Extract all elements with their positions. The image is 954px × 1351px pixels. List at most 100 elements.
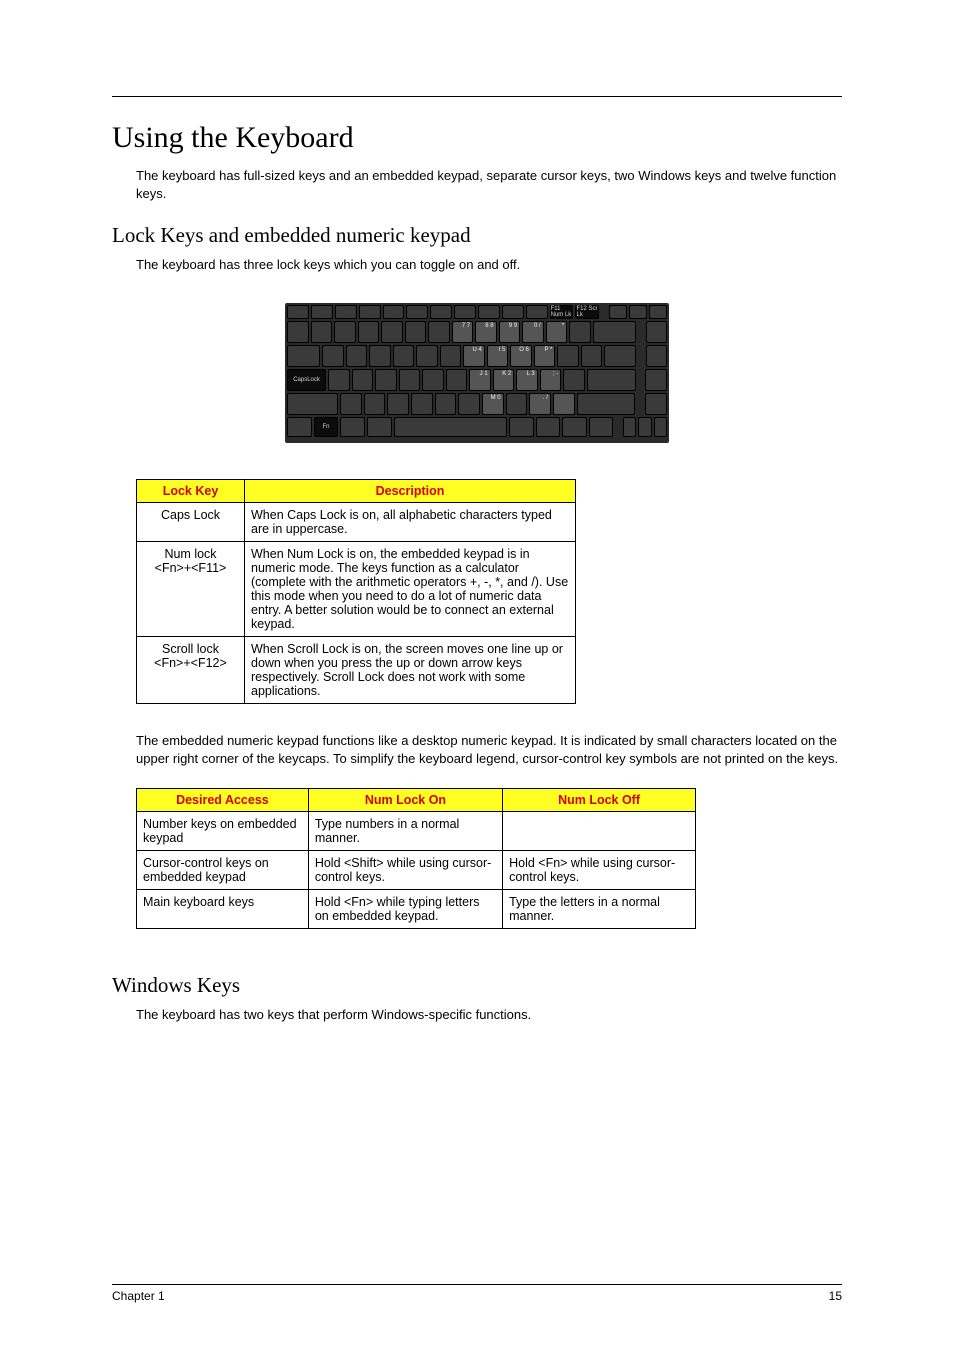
key-f3 — [359, 305, 381, 319]
cell-on: Type numbers in a normal manner. — [308, 811, 502, 850]
key-9: 9 9 — [499, 321, 521, 343]
key-lshift — [287, 393, 338, 415]
footer-page-number: 15 — [829, 1289, 842, 1303]
key-f8 — [478, 305, 500, 319]
cell-on: Hold <Fn> while typing letters on embedd… — [308, 889, 502, 928]
key-o: O 6 — [510, 345, 532, 367]
cell-desc: When Caps Lock is on, all alphabetic cha… — [245, 502, 576, 541]
footer-chapter: Chapter 1 — [112, 1289, 165, 1303]
cell-access: Number keys on embedded keypad — [137, 811, 309, 850]
th-lock-key: Lock Key — [137, 479, 245, 502]
th-numlock-on: Num Lock On — [308, 788, 502, 811]
key-backslash — [604, 345, 635, 367]
key-esc — [287, 305, 309, 319]
section-windows-intro: The keyboard has two keys that perform W… — [112, 1006, 842, 1024]
key-0: 0 / — [522, 321, 544, 343]
key-p: P * — [534, 345, 556, 367]
key-period: . / — [529, 393, 551, 415]
key-6 — [428, 321, 450, 343]
key-f7 — [454, 305, 476, 319]
key-extra-3 — [649, 305, 667, 319]
embedded-keypad-desc: The embedded numeric keypad functions li… — [112, 732, 842, 768]
key-g — [422, 369, 444, 391]
key-minus: * — [546, 321, 568, 343]
table-row: Scroll lock <Fn>+<F12> When Scroll Lock … — [137, 636, 576, 703]
key-1 — [311, 321, 333, 343]
table-row: Num lock <Fn>+<F11> When Num Lock is on,… — [137, 541, 576, 636]
cell-lock-key: Caps Lock — [137, 502, 245, 541]
key-v — [411, 393, 433, 415]
cell-access: Main keyboard keys — [137, 889, 309, 928]
key-capslock: CapsLock — [287, 369, 326, 391]
key-semi: ; - — [540, 369, 562, 391]
key-lalt — [367, 417, 392, 437]
th-description: Description — [245, 479, 576, 502]
key-arrow-r — [654, 417, 667, 437]
key-x — [364, 393, 386, 415]
key-q — [322, 345, 344, 367]
key-right-a — [646, 321, 668, 343]
cell-desc: When Num Lock is on, the embedded keypad… — [245, 541, 576, 636]
th-numlock-off: Num Lock Off — [503, 788, 696, 811]
key-backspace — [593, 321, 636, 343]
key-f1 — [311, 305, 333, 319]
key-a — [328, 369, 350, 391]
key-f6 — [430, 305, 452, 319]
key-space — [394, 417, 507, 437]
key-comma — [506, 393, 528, 415]
cell-access: Cursor-control keys on embedded keypad — [137, 850, 309, 889]
page-footer: Chapter 1 15 — [112, 1284, 842, 1303]
key-i: I 5 — [487, 345, 509, 367]
keyboard-illustration: F11 Num Lk F12 Scr Lk 7 7 8 8 9 9 0 / * — [285, 303, 669, 443]
key-right-b — [646, 345, 668, 367]
key-equals — [569, 321, 591, 343]
key-menu — [562, 417, 587, 437]
cell-lock-key: Num lock <Fn>+<F11> — [137, 541, 245, 636]
top-rule — [112, 96, 842, 97]
cell-off: Type the letters in a normal manner. — [503, 889, 696, 928]
key-u: U 4 — [463, 345, 485, 367]
key-4 — [381, 321, 403, 343]
lock-key-table: Lock Key Description Caps Lock When Caps… — [136, 479, 576, 704]
table-row: Caps Lock When Caps Lock is on, all alph… — [137, 502, 576, 541]
key-bracket-l — [557, 345, 579, 367]
key-j: J 1 — [469, 369, 491, 391]
section-windows-heading: Windows Keys — [112, 973, 842, 998]
key-8: 8 8 — [475, 321, 497, 343]
key-lwin — [340, 417, 365, 437]
key-extra-2 — [629, 305, 647, 319]
key-3 — [358, 321, 380, 343]
key-d — [375, 369, 397, 391]
key-2 — [334, 321, 356, 343]
key-tilde — [287, 321, 309, 343]
key-y — [440, 345, 462, 367]
table-row: Cursor-control keys on embedded keypad H… — [137, 850, 696, 889]
key-5 — [405, 321, 427, 343]
cell-on: Hold <Shift> while using cursor-control … — [308, 850, 502, 889]
key-f9 — [502, 305, 524, 319]
key-f — [399, 369, 421, 391]
table-row: Number keys on embedded keypad Type numb… — [137, 811, 696, 850]
key-f4 — [383, 305, 405, 319]
key-e — [369, 345, 391, 367]
intro-paragraph: The keyboard has full-sized keys and an … — [112, 167, 842, 203]
key-right-d — [645, 393, 667, 415]
section-lock-intro: The keyboard has three lock keys which y… — [112, 256, 842, 274]
key-lctrl — [287, 417, 312, 437]
key-f11-numlk: F11 Num Lk — [550, 305, 574, 319]
cell-desc: When Scroll Lock is on, the screen moves… — [245, 636, 576, 703]
key-extra-1 — [609, 305, 627, 319]
cell-off — [503, 811, 696, 850]
key-tab — [287, 345, 320, 367]
key-rshift — [577, 393, 636, 415]
key-f5 — [406, 305, 428, 319]
th-desired-access: Desired Access — [137, 788, 309, 811]
key-slash — [553, 393, 575, 415]
section-lock-heading: Lock Keys and embedded numeric keypad — [112, 223, 842, 248]
key-w — [346, 345, 368, 367]
key-l: L 3 — [516, 369, 538, 391]
key-7: 7 7 — [452, 321, 474, 343]
key-c — [387, 393, 409, 415]
key-rwin — [536, 417, 561, 437]
key-arrow-d — [638, 417, 651, 437]
